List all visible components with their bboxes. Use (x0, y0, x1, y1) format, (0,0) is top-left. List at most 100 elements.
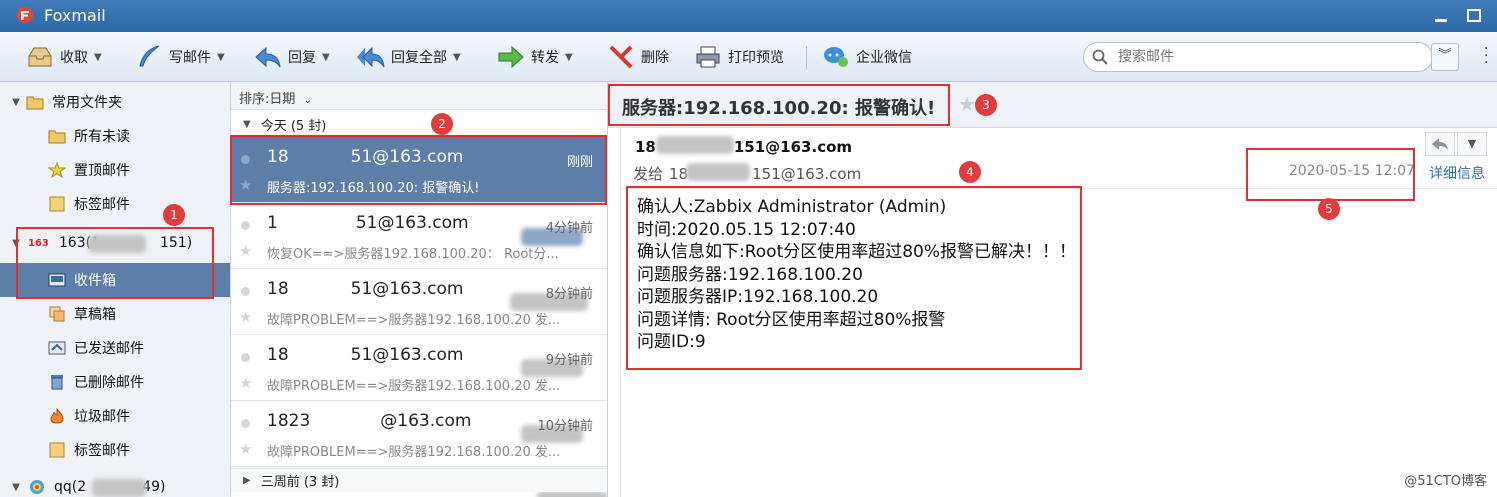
message-header-bar: 服务器:192.168.100.20: 报警确认! ★ (608, 82, 1497, 128)
sidebar-item-pinned[interactable]: 置顶邮件 (0, 153, 230, 187)
chevron-down-icon[interactable]: ▼ (10, 97, 22, 108)
annotation-number-2: 2 (431, 113, 453, 135)
sidebar-item-deleted[interactable]: 已删除邮件 (0, 365, 230, 399)
star-icon[interactable]: ★ (239, 176, 252, 194)
chevron-down-icon[interactable]: ▼ (322, 52, 330, 63)
folder-icon (48, 130, 66, 144)
chevron-down-icon[interactable]: ▼ (243, 119, 251, 130)
star-icon[interactable]: ★ (239, 242, 252, 260)
tag-folder-icon (49, 196, 65, 212)
search-box[interactable] (1083, 42, 1433, 72)
content-line: 问题详情: Root分区使用率超过80%报警 (637, 309, 946, 330)
chevron-down-icon[interactable]: ▼ (94, 52, 102, 63)
details-link[interactable]: 详细信息 (1429, 163, 1485, 183)
delete-label: 删除 (641, 50, 669, 66)
message-time: 刚刚 (566, 155, 593, 170)
message-subject: 恢复OK==>服务器192.168.100.20： Root分... (267, 247, 559, 262)
print-preview-button[interactable]: 打印预览 (694, 42, 784, 72)
unread-dot-icon[interactable] (241, 155, 250, 164)
sidebar-item-all-unread[interactable]: 所有未读 (0, 119, 230, 153)
sidebar-item-label: 标签邮件 (74, 197, 130, 213)
unread-dot-icon[interactable] (241, 353, 250, 362)
group-header-3weeks[interactable]: ▶ 三周前 (3 封) (231, 468, 607, 492)
star-icon[interactable]: ★ (239, 440, 252, 458)
chevron-down-icon[interactable]: ▼ (453, 52, 461, 63)
star-icon[interactable]: ★ (239, 374, 252, 392)
compose-label: 写邮件 (169, 50, 211, 66)
quick-reply-button[interactable] (1425, 132, 1455, 156)
sidebar-item-tagged-2[interactable]: 标签邮件 (0, 433, 230, 467)
chevron-down-icon[interactable]: ▼ (565, 52, 573, 63)
message-content: 确认人:Zabbix Administrator (Admin) 时间:2020… (637, 196, 1076, 354)
sort-bar[interactable]: 排序:日期 ⌄ (231, 82, 607, 110)
foxmail-logo-icon (17, 7, 33, 23)
netease-163-icon: 163 (28, 237, 49, 249)
search-input[interactable] (1118, 47, 1428, 67)
header-divider (621, 188, 1497, 189)
reply-button[interactable]: 回复 ▼ (254, 42, 330, 72)
print-preview-label: 打印预览 (728, 50, 784, 66)
content-line: 确认人:Zabbix Administrator (Admin) (637, 197, 947, 217)
group-header-today[interactable]: ▼ 今天 (5 封) (231, 112, 607, 136)
forward-label: 转发 (531, 50, 559, 66)
group-label: 三周前 (3 封) (260, 475, 340, 490)
forward-arrow-icon (498, 45, 524, 69)
reply-arrow-icon (255, 46, 281, 68)
message-subject: 故障PROBLEM==>服务器192.168.100.20 发... (267, 445, 561, 460)
star-icon[interactable]: ★ (239, 308, 252, 326)
printer-icon (696, 46, 720, 68)
delete-button[interactable]: 删除 (607, 42, 669, 72)
sidebar-item-sent[interactable]: 已发送邮件 (0, 331, 230, 365)
sent-icon (48, 341, 66, 355)
sidebar-item-label: 垃圾邮件 (74, 409, 130, 425)
sidebar-item-favorites[interactable]: ▼ 常用文件夹 (0, 85, 230, 119)
maximize-icon[interactable] (1466, 8, 1482, 24)
account-name-prefix: qq(2 (54, 479, 87, 495)
unread-dot-icon[interactable] (241, 287, 250, 296)
search-options-button[interactable]: ︾ (1431, 43, 1459, 71)
group-label: 今天 (5 封) (260, 118, 327, 134)
redaction-blur (656, 136, 734, 154)
compose-button[interactable]: 写邮件 ▼ (135, 42, 225, 72)
unread-dot-icon[interactable] (241, 419, 250, 428)
annotation-number-1: 1 (163, 204, 185, 226)
sidebar-item-drafts[interactable]: 草稿箱 (0, 297, 230, 331)
content-line: 问题服务器IP:192.168.100.20 (637, 287, 879, 307)
folder-sidebar: ▼ 常用文件夹 所有未读 置顶邮件 标签邮件 ▼ 163 163(1 151) … (0, 82, 231, 497)
unread-dot-icon[interactable] (241, 221, 250, 230)
chevron-down-icon[interactable]: ▼ (217, 52, 225, 63)
sidebar-item-tagged[interactable]: 标签邮件 (0, 187, 230, 221)
message-row[interactable]: ★ 1 51@163.com 4分钟前 恢复OK==>服务器192.168.100… (231, 203, 607, 269)
sidebar-item-label: 草稿箱 (74, 307, 116, 323)
forward-button[interactable]: 转发 ▼ (497, 42, 573, 72)
message-row[interactable]: ★ 1823 @163.com 10分钟前 故障PROBLEM==>服务器192.… (231, 401, 607, 467)
message-time: 9分钟前 (545, 353, 593, 368)
receive-button[interactable]: 收取 ▼ (26, 42, 102, 72)
chevron-down-icon[interactable]: ⌄ (304, 95, 312, 106)
receive-label: 收取 (60, 50, 88, 66)
message-row[interactable]: ★ 18 51@163.com 8分钟前 故障PROBLEM==>服务器192.1… (231, 269, 607, 335)
sidebar-item-inbox[interactable]: 收件箱 (0, 263, 230, 297)
app-title: Foxmail (44, 6, 106, 25)
message-row[interactable]: ★ 18 51@163.com 9分钟前 故障PROBLEM==>服务器192.1… (231, 335, 607, 401)
message-row[interactable]: ★ 18 51@163.com 刚刚 服务器:192.168.100.20: 报警… (231, 137, 607, 203)
message-subject: 故障PROBLEM==>服务器192.168.100.20 发... (267, 313, 561, 328)
reply-all-label: 回复全部 (391, 50, 447, 66)
inbox-icon (48, 273, 66, 287)
content-line: 确认信息如下:Root分区使用率超过80%报警已解决！！！ (637, 242, 1077, 262)
reply-arrow-icon (1432, 138, 1448, 150)
more-actions-button[interactable]: ▼ (1457, 132, 1487, 156)
sidebar-item-junk[interactable]: 垃圾邮件 (0, 399, 230, 433)
message-body-area: 18 151@163.com 发给 18 151@163.com 2020-05-15… (620, 128, 1497, 497)
minimize-icon[interactable] (1433, 8, 1449, 24)
chevron-down-icon[interactable]: ▼ (10, 238, 22, 249)
content-line: 问题服务器:192.168.100.20 (637, 264, 863, 285)
wecom-button[interactable]: 企业微信 (822, 42, 912, 72)
more-vertical-icon[interactable]: · · · (1484, 42, 1490, 70)
flame-icon (50, 408, 64, 424)
star-icon[interactable]: ★ (958, 92, 976, 116)
chevron-down-icon[interactable]: ▼ (10, 482, 22, 493)
chevron-right-icon[interactable]: ▶ (243, 475, 251, 486)
title-bar: Foxmail (0, 0, 1497, 32)
reply-all-button[interactable]: 回复全部 ▼ (357, 42, 461, 72)
